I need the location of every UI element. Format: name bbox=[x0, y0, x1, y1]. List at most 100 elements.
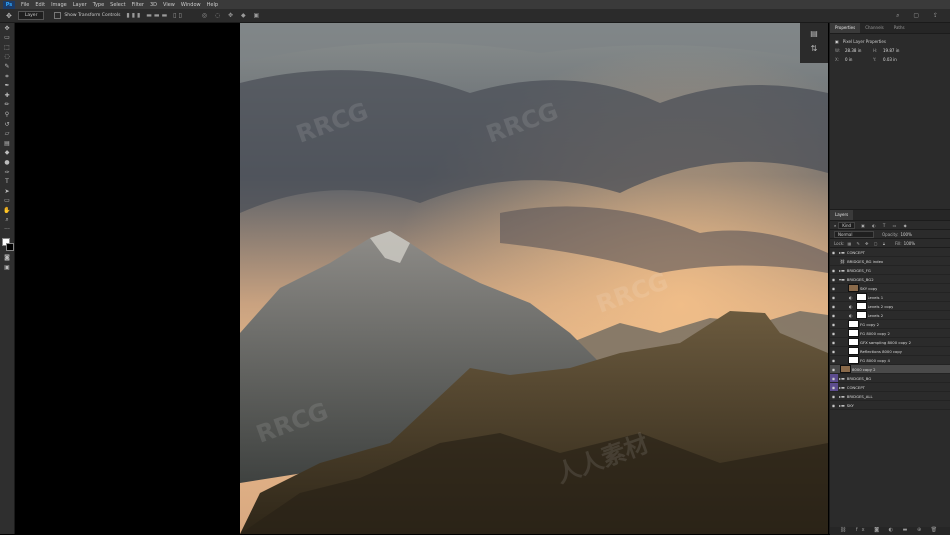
lock-icons[interactable]: ▦ ✎ ✥ ▢ 🔒︎ bbox=[847, 241, 886, 246]
filter-kind-dropdown[interactable]: Kind bbox=[838, 221, 856, 229]
artboard-tool-icon[interactable]: ▭ bbox=[2, 34, 12, 42]
dodge-tool-icon[interactable]: ● bbox=[2, 159, 12, 167]
brush-tool-icon[interactable]: ✏ bbox=[2, 101, 12, 109]
visibility-eye-icon[interactable]: ◉ bbox=[830, 322, 837, 327]
visibility-eye-icon[interactable]: ◉ bbox=[830, 331, 837, 336]
healing-brush-icon[interactable]: ✚ bbox=[2, 92, 12, 100]
layer-row[interactable]: ◉ GFX sampling 8000 copy 2 bbox=[830, 338, 950, 347]
visibility-eye-icon[interactable]: ◉ bbox=[830, 250, 837, 255]
visibility-off-box[interactable] bbox=[830, 257, 838, 265]
show-transform-checkbox[interactable] bbox=[54, 12, 62, 19]
gradient-tool-icon[interactable]: ▤ bbox=[2, 140, 12, 148]
visibility-eye-icon[interactable]: ◉ bbox=[830, 313, 837, 318]
menu-view[interactable]: View bbox=[163, 2, 175, 8]
height-value[interactable]: 19.87 in bbox=[883, 48, 911, 53]
visibility-eye-icon[interactable]: ◉ bbox=[830, 349, 837, 354]
layer-row[interactable]: ⛓ BRIDGES_BG index bbox=[830, 257, 950, 266]
path-select-icon[interactable]: ➤ bbox=[2, 188, 12, 196]
move-tool-icon[interactable]: ✥ bbox=[2, 25, 12, 33]
menu-layer[interactable]: Layer bbox=[73, 2, 87, 8]
new-group-icon[interactable]: ▬ bbox=[903, 527, 912, 533]
layer-row[interactable]: ◉ ▸▬ CONCEPT bbox=[830, 248, 950, 257]
menu-edit[interactable]: Edit bbox=[35, 2, 45, 8]
background-color-swatch[interactable] bbox=[6, 243, 14, 252]
history-brush-icon[interactable]: ↺ bbox=[2, 121, 12, 129]
visibility-eye-icon[interactable]: ◉ bbox=[830, 295, 837, 300]
more-tools-icon[interactable]: ··· bbox=[2, 226, 12, 234]
visibility-eye-icon[interactable]: ◉ bbox=[830, 304, 837, 309]
menu-help[interactable]: Help bbox=[207, 2, 218, 8]
new-adjustment-icon[interactable]: ◐ bbox=[889, 527, 897, 533]
menu-file[interactable]: File bbox=[21, 2, 29, 8]
shape-tool-icon[interactable]: ▭ bbox=[2, 197, 12, 205]
menu-select[interactable]: Select bbox=[110, 2, 125, 8]
menu-filter[interactable]: Filter bbox=[132, 2, 144, 8]
filter-type-icons[interactable]: ▣ ◐ T ▭ ◆ bbox=[861, 223, 910, 228]
layer-row[interactable]: ◉ FG 8000 copy 4 bbox=[830, 356, 950, 365]
image-canvas[interactable]: RRCG RRCG RRCG RRCG 人人素材 bbox=[240, 23, 828, 534]
marquee-tool-icon[interactable]: ⬚ bbox=[2, 44, 12, 52]
visibility-eye-icon[interactable]: ◉ bbox=[830, 394, 837, 399]
trash-icon[interactable]: 🗑︎ bbox=[931, 527, 941, 533]
color-swatches[interactable] bbox=[2, 238, 14, 252]
eraser-tool-icon[interactable]: ▱ bbox=[2, 130, 12, 138]
menu-type[interactable]: Type bbox=[93, 2, 104, 8]
visibility-eye-icon[interactable]: ◉ bbox=[830, 367, 837, 372]
eyedropper-tool-icon[interactable]: ✒ bbox=[2, 82, 12, 90]
width-value[interactable]: 28.38 in bbox=[845, 48, 873, 53]
blend-mode-dropdown[interactable]: Normal bbox=[834, 230, 874, 238]
visibility-eye-icon[interactable]: ◉ bbox=[830, 358, 837, 363]
tab-channels[interactable]: Channels bbox=[860, 23, 889, 33]
auto-select-target-dropdown[interactable]: Layer bbox=[17, 11, 45, 20]
layer-row[interactable]: ◉ ◐ Levels 1 bbox=[830, 293, 950, 302]
layer-row[interactable]: ◉ Reflections 8000 copy bbox=[830, 347, 950, 356]
layer-row[interactable]: ◉ FG 8000 copy 2 bbox=[830, 329, 950, 338]
quick-select-tool-icon[interactable]: ✎ bbox=[2, 63, 12, 71]
opacity-value[interactable]: 100% bbox=[900, 232, 911, 237]
hand-tool-icon[interactable]: ✋ bbox=[2, 207, 12, 215]
pen-tool-icon[interactable]: ✑ bbox=[2, 169, 12, 177]
crop-tool-icon[interactable]: ⌗ bbox=[2, 73, 12, 81]
visibility-eye-icon[interactable]: ◉ bbox=[830, 286, 837, 291]
menu-image[interactable]: Image bbox=[51, 2, 67, 8]
3d-mode-icons[interactable]: ◎ ◌ ✥ ◆ ▣ bbox=[202, 12, 262, 19]
add-mask-icon[interactable]: ◙ bbox=[874, 527, 883, 533]
visibility-eye-icon[interactable]: ◉ bbox=[830, 340, 837, 345]
layer-row[interactable]: ◉ ▸▬ CONCEPT bbox=[830, 383, 950, 392]
layer-row[interactable]: ◉ ◐ Levels 2 copy bbox=[830, 302, 950, 311]
tab-properties[interactable]: Properties bbox=[830, 23, 861, 33]
layer-row[interactable]: ◉ ◐ Levels 2 bbox=[830, 311, 950, 320]
clone-stamp-icon[interactable]: ⚲ bbox=[2, 111, 12, 119]
lasso-tool-icon[interactable]: ◌ bbox=[2, 53, 12, 61]
blur-tool-icon[interactable]: ◆ bbox=[2, 149, 12, 157]
align-buttons-icon[interactable]: ▮▮▮ ▬▬▬ ▯▯ bbox=[126, 12, 183, 19]
layer-row[interactable]: ◉ FG copy 2 bbox=[830, 320, 950, 329]
visibility-eye-icon[interactable]: ◉ bbox=[830, 385, 837, 390]
properties-panel-icon[interactable]: ▤ bbox=[800, 29, 828, 38]
screen-mode-icon[interactable]: ▣ bbox=[2, 264, 12, 272]
x-value[interactable]: 0 in bbox=[845, 57, 873, 62]
y-value[interactable]: 0.03 in bbox=[883, 57, 911, 62]
workspace-icons[interactable]: ⌕ ▢ ⇪ bbox=[896, 12, 944, 20]
visibility-eye-icon[interactable]: ◉ bbox=[830, 277, 837, 282]
type-tool-icon[interactable]: T bbox=[2, 178, 12, 186]
layer-row[interactable]: ◉ ▸▬ SKY bbox=[830, 401, 950, 410]
layer-row[interactable]: ◉ ▸▬ BRIDGES_BG bbox=[830, 374, 950, 383]
fill-value[interactable]: 100% bbox=[904, 241, 915, 246]
adjustments-panel-icon[interactable]: ⇅ bbox=[800, 44, 828, 53]
fx-icon[interactable]: fx bbox=[856, 527, 869, 533]
quick-mask-icon[interactable]: ◙ bbox=[2, 254, 12, 262]
zoom-tool-icon[interactable]: ⌕ bbox=[2, 216, 12, 224]
layer-row[interactable]: ◉ ▾▬ BRIDGES_BG2 bbox=[830, 275, 950, 284]
layer-row[interactable]: ◉ ▸▬ BRIDGES_ALL bbox=[830, 392, 950, 401]
tab-paths[interactable]: Paths bbox=[889, 23, 910, 33]
link-layers-icon[interactable]: ⛓ bbox=[840, 527, 850, 533]
layer-row[interactable]: ◉ ▸▬ BRIDGES_FG bbox=[830, 266, 950, 275]
menu-3d[interactable]: 3D bbox=[150, 2, 157, 8]
layer-row[interactable]: ◉ SKY copy bbox=[830, 284, 950, 293]
layer-row-selected[interactable]: ◉ 8000 copy 2 bbox=[830, 365, 950, 374]
visibility-eye-icon[interactable]: ◉ bbox=[830, 268, 837, 273]
tab-layers[interactable]: Layers bbox=[830, 210, 854, 220]
menu-window[interactable]: Window bbox=[181, 2, 201, 8]
visibility-eye-icon[interactable]: ◉ bbox=[830, 403, 837, 408]
